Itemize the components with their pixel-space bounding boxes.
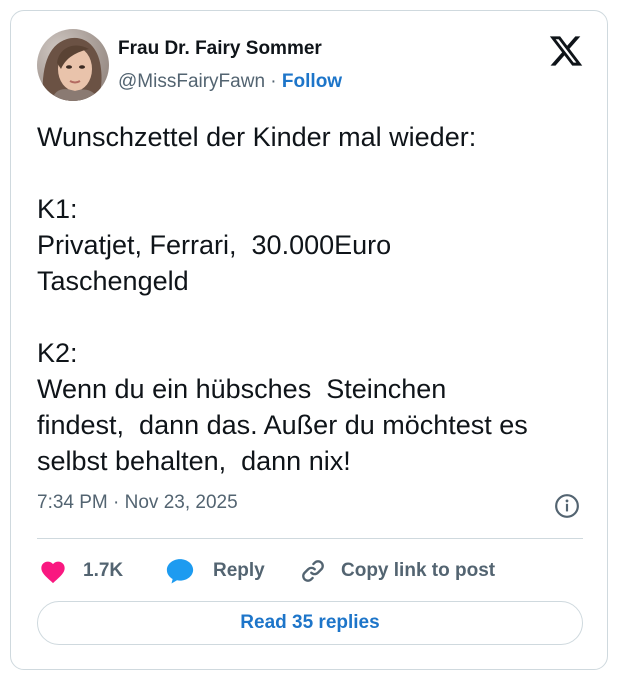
copy-link-button[interactable]: Copy link to post <box>299 556 495 586</box>
read-replies-button[interactable]: Read 35 replies <box>37 601 583 645</box>
copy-link-label: Copy link to post <box>341 560 496 581</box>
post-text: Wunschzettel der Kinder mal wieder: K1: … <box>37 122 528 476</box>
author-handle[interactable]: @MissFairyFawn <box>118 71 265 92</box>
link-icon <box>299 557 327 585</box>
heart-icon <box>39 558 67 584</box>
reply-label: Reply <box>213 560 265 581</box>
avatar[interactable] <box>37 29 109 101</box>
handle-separator: · <box>265 71 282 92</box>
speech-bubble-icon <box>165 557 195 585</box>
info-icon[interactable] <box>554 493 580 519</box>
author-display-name[interactable]: Frau Dr. Fairy Sommer <box>118 38 322 60</box>
author-handle-row: @MissFairyFawn · Follow <box>118 71 342 93</box>
post-timestamp[interactable]: 7:34 PM · Nov 23, 2025 <box>37 492 238 514</box>
divider <box>37 538 583 539</box>
like-count: 1.7K <box>83 560 124 581</box>
x-logo-icon[interactable] <box>548 33 584 69</box>
tweet-card: Frau Dr. Fairy Sommer @MissFairyFawn · F… <box>10 10 608 670</box>
like-button[interactable]: 1.7K <box>39 556 123 586</box>
follow-button[interactable]: Follow <box>282 71 342 92</box>
reply-button[interactable]: Reply <box>165 556 265 586</box>
